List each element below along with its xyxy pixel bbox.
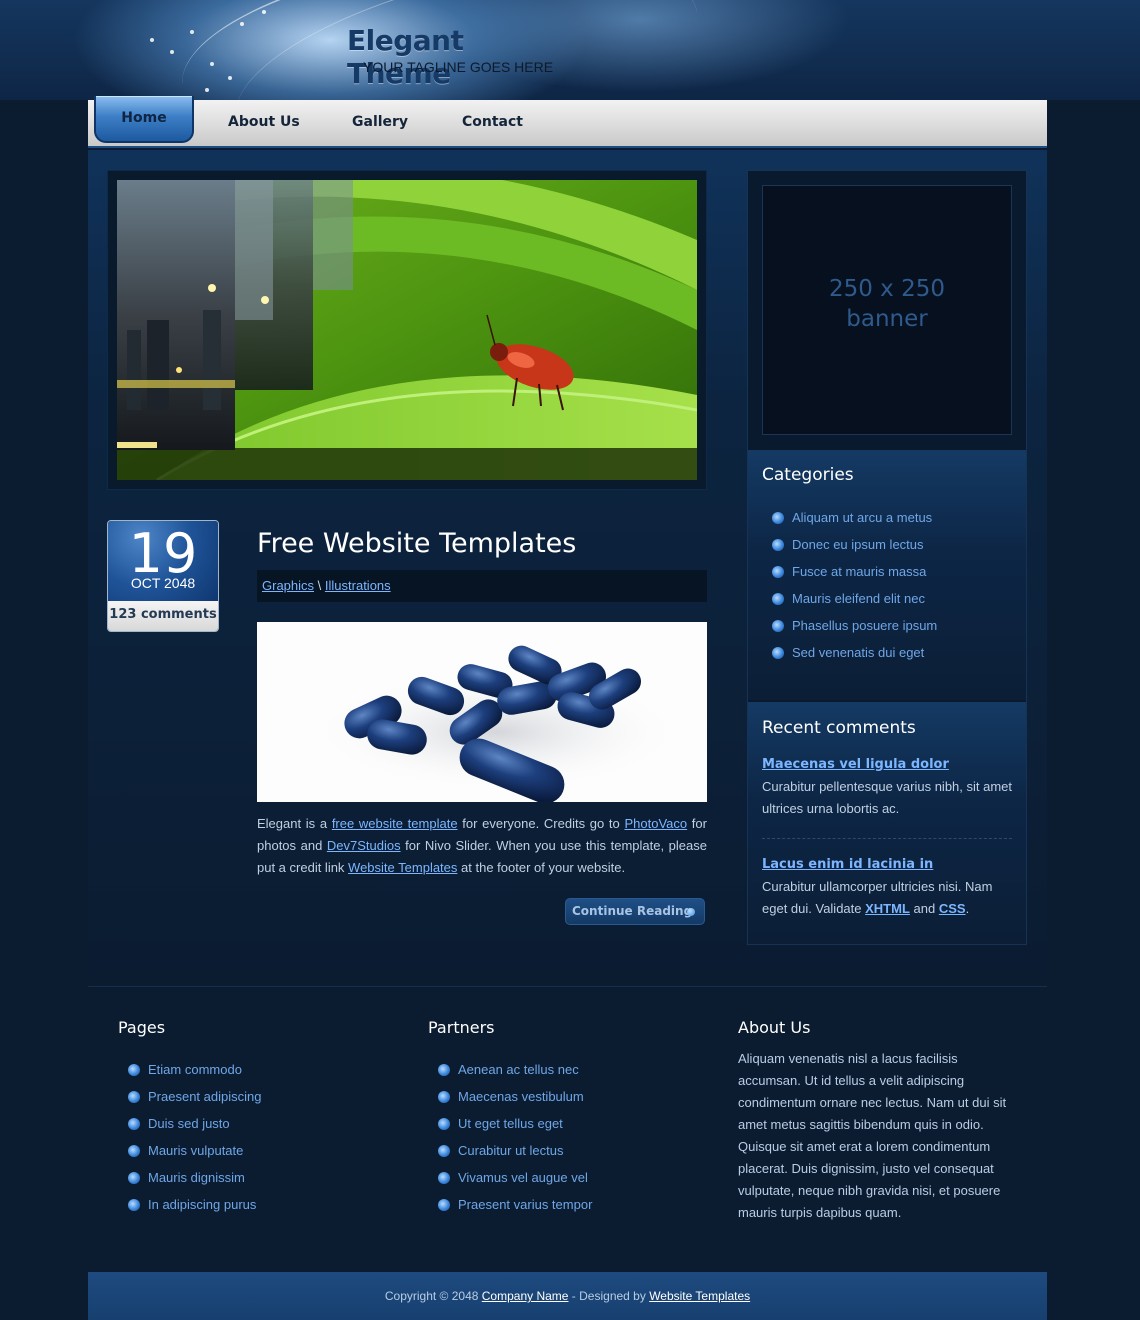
- category-link-graphics[interactable]: Graphics: [262, 578, 314, 593]
- designer-link[interactable]: Website Templates: [649, 1289, 750, 1303]
- recent-comment-text: Curabitur pellentesque varius nibh, sit …: [762, 779, 1013, 816]
- footer-partner-link[interactable]: Ut eget tellus eget: [438, 1116, 698, 1143]
- footer-page-link[interactable]: Mauris dignissim: [128, 1170, 388, 1197]
- nav-item-gallery[interactable]: Gallery: [352, 114, 408, 130]
- footer-partners-list: Aenean ac tellus nec Maecenas vestibulum…: [438, 1062, 698, 1224]
- category-item[interactable]: Sed venenatis dui eget: [772, 645, 1012, 672]
- post-image: [257, 622, 707, 802]
- sparkle-decoration: [228, 76, 232, 80]
- designed-by-text: - Designed by: [568, 1289, 650, 1303]
- footer-page-link[interactable]: Mauris vulputate: [128, 1143, 388, 1170]
- post-categories: Graphics \ Illustrations: [257, 570, 707, 602]
- footer-pages-list: Etiam commodo Praesent adipiscing Duis s…: [128, 1062, 388, 1224]
- ladybug-on-leaf-image: [117, 180, 697, 480]
- category-item[interactable]: Fusce at mauris massa: [772, 564, 1012, 591]
- photovaco-link[interactable]: PhotoVaco: [624, 816, 687, 831]
- validate-css-link[interactable]: CSS: [939, 901, 966, 916]
- nav-item-contact[interactable]: Contact: [462, 114, 523, 130]
- post-text: for everyone. Credits go to: [457, 816, 625, 831]
- post-date-box: 19 OCT 2048 123 comments: [107, 520, 219, 632]
- dev7studios-link[interactable]: Dev7Studios: [327, 838, 401, 853]
- bullet-dot-icon: [687, 908, 695, 916]
- sparkle-decoration: [170, 50, 174, 54]
- sparkle-decoration: [190, 30, 194, 34]
- banner-line-1: 250 x 250: [828, 276, 946, 302]
- footer-about-text: Aliquam venenatis nisl a lacus facilisis…: [738, 1051, 1007, 1220]
- free-website-template-link[interactable]: free website template: [332, 816, 458, 831]
- nav-item-about-us[interactable]: About Us: [228, 114, 300, 130]
- nav-item-label: Home: [121, 110, 167, 126]
- categories-title: Categories: [762, 465, 854, 485]
- comment-text-part: .: [965, 901, 970, 916]
- category-item[interactable]: Mauris eleifend elit nec: [772, 591, 1012, 618]
- footer-partner-link[interactable]: Curabitur ut lectus: [438, 1143, 698, 1170]
- header: Elegant Theme YOUR TAGLINE GOES HERE: [0, 0, 1140, 100]
- banner-line-2: banner: [846, 306, 928, 332]
- post-text: at the footer of your website.: [457, 860, 626, 875]
- footer-partner-link[interactable]: Praesent varius tempor: [438, 1197, 698, 1224]
- footer-page-link[interactable]: In adipiscing purus: [128, 1197, 388, 1224]
- post-body: Elegant is a free website template for e…: [257, 813, 707, 879]
- categories-list: Aliquam ut arcu a metus Donec eu ipsum l…: [772, 510, 1012, 672]
- recent-comment-link[interactable]: Lacus enim id lacinia in: [762, 857, 1012, 872]
- footer-about-title: About Us: [738, 1018, 811, 1037]
- post-title[interactable]: Free Website Templates: [257, 528, 707, 559]
- sparkle-decoration: [150, 38, 154, 42]
- nav-item-home[interactable]: Home: [94, 96, 194, 143]
- site-logo-title[interactable]: Elegant Theme: [347, 24, 567, 90]
- continue-reading-label: Continue Reading: [572, 904, 693, 918]
- banner-label: 250 x 250 banner: [763, 274, 1011, 334]
- category-item[interactable]: Phasellus posuere ipsum: [772, 618, 1012, 645]
- post-comment-count[interactable]: 123 comments: [108, 601, 218, 631]
- category-item[interactable]: Aliquam ut arcu a metus: [772, 510, 1012, 537]
- copyright-bar: Copyright © 2048 Company Name - Designed…: [88, 1272, 1047, 1320]
- footer-page-link[interactable]: Duis sed justo: [128, 1116, 388, 1143]
- sparkle-decoration: [210, 62, 214, 66]
- company-name-link[interactable]: Company Name: [482, 1289, 569, 1303]
- comment-text-part: and: [909, 901, 939, 916]
- footer-page-link[interactable]: Etiam commodo: [128, 1062, 388, 1089]
- validate-xhtml-link[interactable]: XHTML: [865, 901, 910, 916]
- slider-image[interactable]: [117, 180, 697, 480]
- category-link-illustrations[interactable]: Illustrations: [325, 578, 391, 593]
- date-badge: 19 OCT 2048: [108, 521, 218, 601]
- copyright-text: Copyright © 2048: [384, 1289, 482, 1303]
- footer-page-link[interactable]: Praesent adipiscing: [128, 1089, 388, 1116]
- recent-comment-text: Curabitur ullamcorper ultricies nisi. Na…: [762, 876, 1017, 920]
- post-month-year: OCT 2048: [130, 575, 196, 591]
- ad-banner[interactable]: 250 x 250 banner: [762, 185, 1012, 435]
- category-item[interactable]: Donec eu ipsum lectus: [772, 537, 1012, 564]
- footer-partner-link[interactable]: Maecenas vestibulum: [438, 1089, 698, 1116]
- category-separator: \: [317, 578, 322, 593]
- main-navigation: Home About Us Gallery Contact: [88, 96, 1047, 148]
- sparkle-decoration: [240, 22, 244, 26]
- footer-partner-link[interactable]: Aenean ac tellus nec: [438, 1062, 698, 1089]
- continue-reading-button[interactable]: Continue Reading: [565, 898, 705, 925]
- post-text: Elegant is a: [257, 816, 332, 831]
- blue-pills-image: [257, 622, 707, 802]
- sparkle-decoration: [205, 88, 209, 92]
- footer-pages-title: Pages: [118, 1018, 166, 1037]
- website-templates-link[interactable]: Website Templates: [348, 860, 457, 875]
- footer-partners-title: Partners: [428, 1018, 495, 1037]
- site-tagline: YOUR TAGLINE GOES HERE: [363, 59, 554, 75]
- recent-comment-link[interactable]: Maecenas vel ligula dolor: [762, 757, 1012, 772]
- sparkle-decoration: [262, 10, 266, 14]
- footer-partner-link[interactable]: Vivamus vel augue vel: [438, 1170, 698, 1197]
- comment-divider: [762, 838, 1012, 839]
- recent-comments-title: Recent comments: [762, 718, 916, 738]
